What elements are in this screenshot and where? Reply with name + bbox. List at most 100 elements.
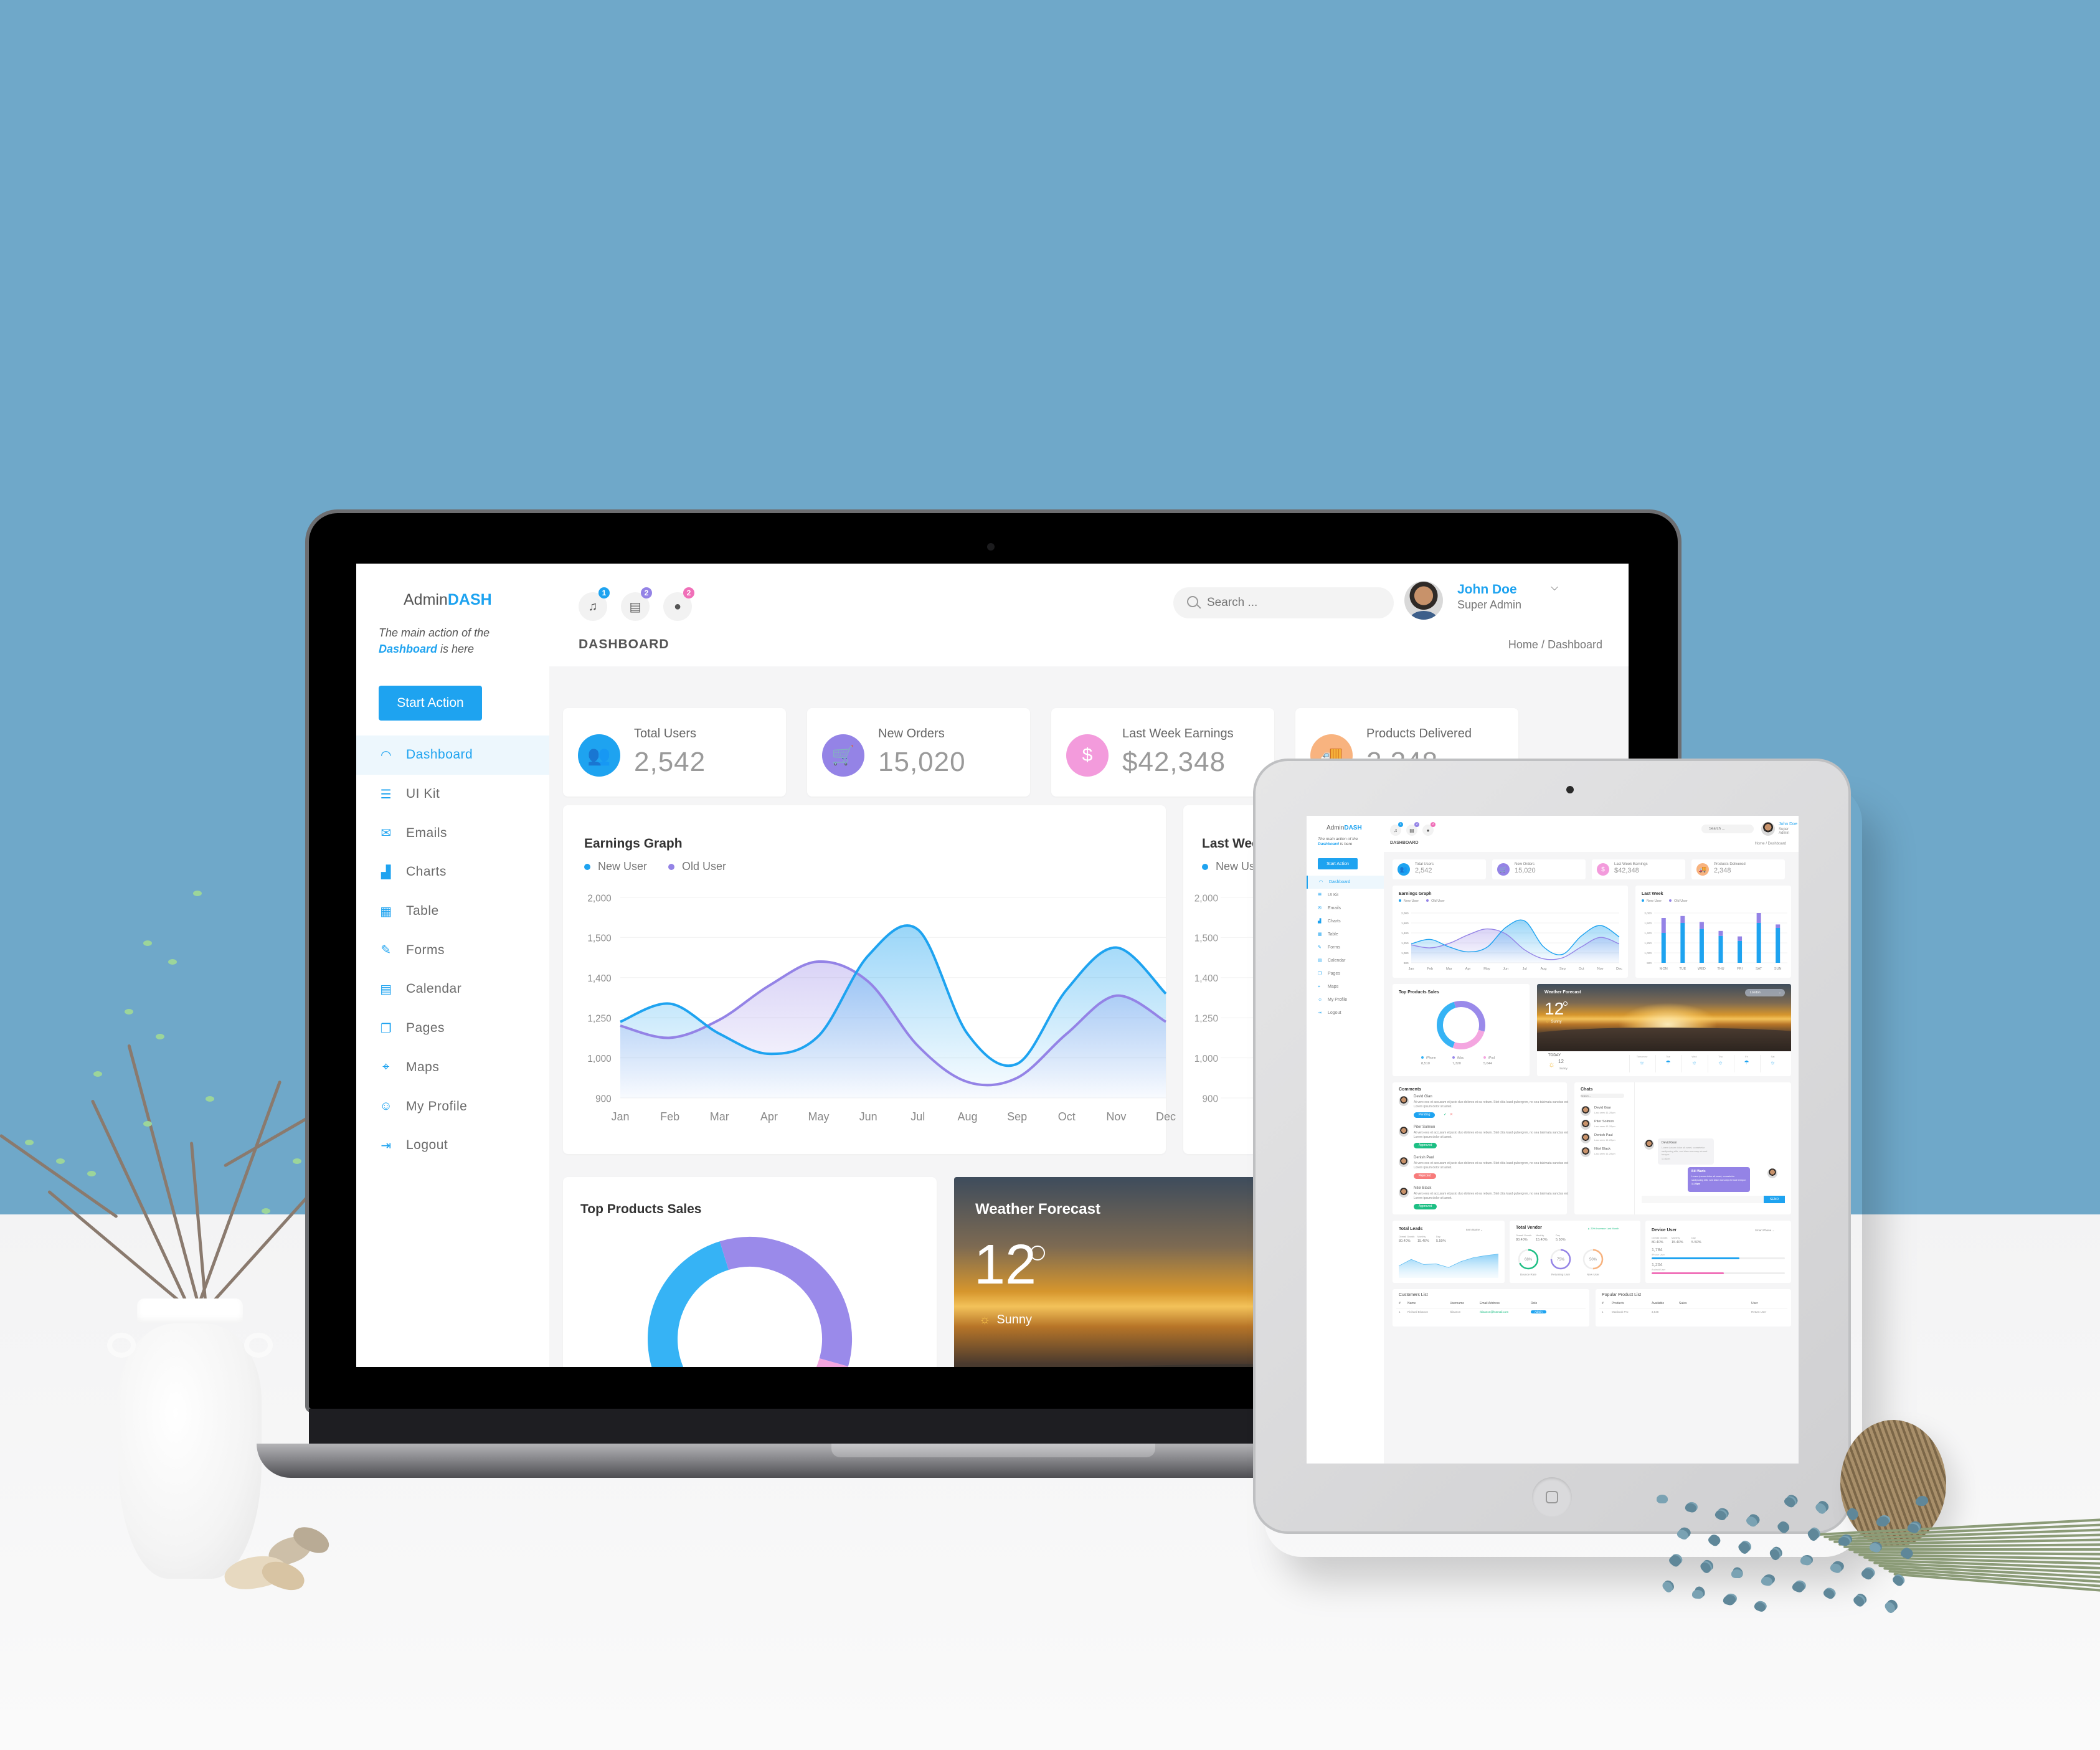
sidebar-item-calendar[interactable]: ▤ Calendar [1307, 954, 1384, 967]
column-header[interactable]: Username [1450, 1302, 1464, 1305]
app-logo[interactable]: AdminDASH [404, 591, 492, 609]
commenter-avatar[interactable] [1399, 1188, 1409, 1198]
bar-old-user[interactable] [1699, 922, 1704, 929]
donut-slice-iphone[interactable] [648, 1241, 729, 1367]
user-name[interactable]: John Doe [1779, 822, 1797, 826]
column-header[interactable]: # [1399, 1302, 1401, 1305]
city-select[interactable]: London ⌄ [1745, 989, 1785, 996]
sidebar-item-dashboard[interactable]: ◠ Dashboard [356, 735, 549, 775]
bar-old-user[interactable] [1718, 930, 1723, 936]
start-action-button[interactable]: Start Action [1318, 858, 1358, 869]
sidebar-item-dashboard[interactable]: ◠ Dashboard [1307, 876, 1384, 889]
donut-legend-item[interactable]: iMac 7,320 [1452, 1056, 1464, 1066]
sidebar-item-emails[interactable]: ✉ Emails [1307, 902, 1384, 915]
message-button[interactable]: ▤ 2 [1406, 822, 1419, 836]
sidebar-item-calendar[interactable]: ▤ Calendar [356, 970, 549, 1009]
bar-new-user[interactable] [1756, 923, 1761, 963]
commenter-avatar[interactable] [1399, 1127, 1409, 1137]
sidebar-item-ui-kit[interactable]: ☰ UI Kit [356, 775, 549, 814]
bar-new-user[interactable] [1661, 933, 1666, 963]
forecast-day[interactable]: Wed ☼ [1681, 1055, 1706, 1072]
sidebar-item-charts[interactable]: ▟ Charts [356, 853, 549, 892]
user-avatar[interactable] [1404, 581, 1443, 620]
chat-contact[interactable]: Devid Gian Last seen 11:28pm [1574, 1105, 1634, 1117]
user-name[interactable]: John Doe [1457, 582, 1517, 597]
approve-check-icon[interactable]: ✓ [1444, 1112, 1447, 1117]
chat-contact[interactable]: Denish Paul Last seen 11:28pm [1574, 1132, 1634, 1145]
stat-card-last-week-earnings[interactable]: $ Last Week Earnings $42,348 [1051, 708, 1274, 797]
sidebar-item-maps[interactable]: ⌖ Maps [1307, 980, 1384, 993]
search-input[interactable] [1701, 825, 1754, 833]
column-header[interactable]: Available [1652, 1302, 1664, 1305]
start-action-button[interactable]: Start Action [379, 686, 482, 721]
donut-slice-imac[interactable] [1454, 1001, 1485, 1032]
bar-old-user[interactable] [1738, 936, 1743, 941]
sidebar-item-maps[interactable]: ⌖ Maps [356, 1048, 549, 1087]
message-button[interactable]: ▤ 2 [621, 587, 652, 621]
bar-old-user[interactable] [1661, 918, 1666, 933]
donut-slice-ipod[interactable] [720, 1358, 848, 1367]
forecast-day[interactable]: Tomorrow ☼ [1629, 1055, 1654, 1072]
column-header[interactable]: User [1751, 1302, 1758, 1305]
table-cell[interactable]: rbisanon@hotmail.com [1480, 1310, 1508, 1313]
stat-card-total-users[interactable]: 👥 Total Users 2,542 [563, 708, 786, 797]
stat-card-last-week-earnings[interactable]: $ Last Week Earnings $42,348 [1592, 859, 1685, 879]
column-header[interactable]: # [1602, 1302, 1604, 1305]
app-logo[interactable]: AdminDASH [1327, 825, 1362, 831]
forecast-day[interactable]: Fri ☂ [1734, 1055, 1759, 1072]
column-header[interactable]: Email Address [1480, 1302, 1500, 1305]
column-header[interactable]: Sales [1679, 1302, 1687, 1305]
column-header[interactable]: Products [1612, 1302, 1624, 1305]
bell-button[interactable]: ♫ 1 [579, 587, 610, 621]
sidebar-item-table[interactable]: ▦ Table [356, 892, 549, 931]
bar-new-user[interactable] [1699, 929, 1704, 963]
breadcrumb[interactable]: Home / Dashboard [1508, 638, 1602, 651]
sidebar-item-pages[interactable]: ❐ Pages [356, 1009, 549, 1048]
bar-old-user[interactable] [1680, 915, 1685, 923]
sidebar-item-logout[interactable]: ⇥ Logout [1307, 1006, 1384, 1019]
search-input[interactable] [1173, 587, 1394, 618]
chat-search-input[interactable] [1581, 1094, 1624, 1098]
donut-legend-item[interactable]: iPod 5,644 [1483, 1056, 1495, 1066]
sidebar-item-ui-kit[interactable]: ☰ UI Kit [1307, 889, 1384, 902]
sidebar-item-logout[interactable]: ⇥ Logout [356, 1126, 549, 1165]
stat-card-new-orders[interactable]: 🛒 New Orders 15,020 [807, 708, 1030, 797]
forecast-day[interactable]: Tue ☂ [1655, 1055, 1680, 1072]
table-cell[interactable]: Admin [1531, 1310, 1546, 1313]
sidebar-item-emails[interactable]: ✉ Emails [356, 813, 549, 853]
commenter-avatar[interactable] [1399, 1096, 1409, 1106]
tablet-home-button[interactable] [1532, 1477, 1572, 1517]
chat-message-input[interactable] [1642, 1196, 1764, 1203]
bar-old-user[interactable] [1756, 913, 1761, 923]
commenter-name[interactable]: Devid Gian [1414, 1095, 1432, 1099]
donut-slice-iphone[interactable] [1437, 1001, 1456, 1048]
sidebar-item-pages[interactable]: ❐ Pages [1307, 967, 1384, 980]
breadcrumb[interactable]: Home / Dashboard [1755, 842, 1786, 846]
user-menu-chevron-down-icon[interactable]: ⌵ [1551, 582, 1558, 594]
sidebar-item-my-profile[interactable]: ☺ My Profile [356, 1087, 549, 1126]
sidebar-item-table[interactable]: ▦ Table [1307, 928, 1384, 941]
column-header[interactable]: Role [1531, 1302, 1537, 1305]
comment-status-badge[interactable]: Approved [1414, 1143, 1437, 1148]
sidebar-item-charts[interactable]: ▟ Charts [1307, 915, 1384, 928]
bar-new-user[interactable] [1776, 928, 1781, 963]
sidebar-item-my-profile[interactable]: ☺ My Profile [1307, 993, 1384, 1006]
send-button[interactable]: SEND [1764, 1196, 1785, 1203]
bar-new-user[interactable] [1680, 923, 1685, 963]
sidebar-item-forms[interactable]: ✎ Forms [356, 930, 549, 970]
bar-old-user[interactable] [1776, 924, 1781, 928]
stat-card-new-orders[interactable]: 🛒 New Orders 15,020 [1492, 859, 1586, 879]
chat-contact[interactable]: Piter Solmon Last seen 11:28pm [1574, 1119, 1634, 1131]
user-request-button[interactable]: ● 2 [1422, 822, 1435, 836]
user-request-button[interactable]: ● 2 [663, 587, 694, 621]
forecast-day[interactable]: Sat ☼ [1760, 1055, 1785, 1072]
commenter-name[interactable]: Denish Paul [1414, 1156, 1434, 1160]
donut-legend-item[interactable]: iPhone 8,510 [1421, 1056, 1436, 1066]
bar-new-user[interactable] [1718, 935, 1723, 963]
commenter-name[interactable]: Piter Solmon [1414, 1125, 1435, 1129]
user-avatar[interactable] [1761, 822, 1775, 836]
device-dropdown[interactable]: Smart Phone ⌄ [1755, 1229, 1774, 1232]
commenter-avatar[interactable] [1399, 1157, 1409, 1167]
stat-card-total-users[interactable]: 👥 Total Users 2,542 [1393, 859, 1486, 879]
sidebar-item-forms[interactable]: ✎ Forms [1307, 941, 1384, 954]
